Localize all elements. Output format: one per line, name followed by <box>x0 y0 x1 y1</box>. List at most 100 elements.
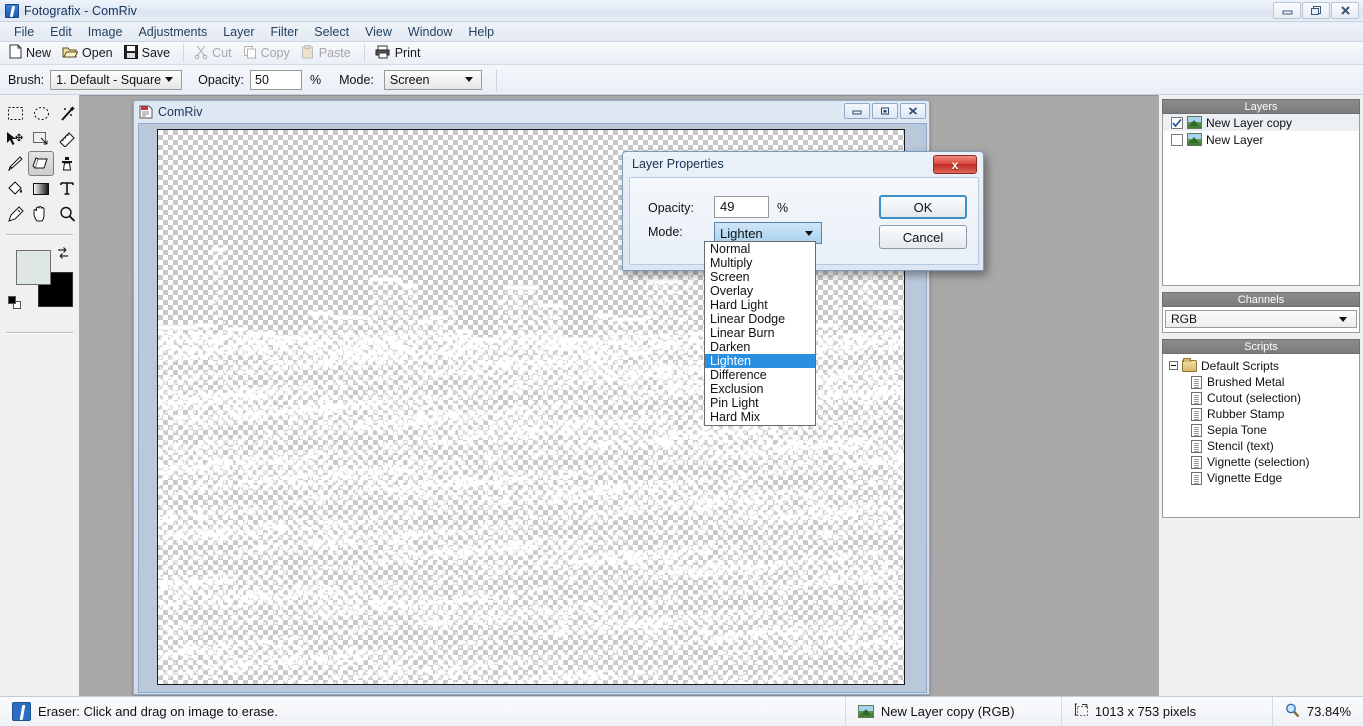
layer-row[interactable]: New Layer <box>1163 131 1359 148</box>
dropdown-option[interactable]: Screen <box>705 270 815 284</box>
layer-name: New Layer copy <box>1206 115 1293 130</box>
status-size-cell: 1013 x 753 pixels <box>1062 697 1272 726</box>
channel-value: RGB <box>1171 312 1198 326</box>
blend-mode-combo[interactable]: Screen <box>383 69 482 90</box>
image-size-icon <box>1074 703 1088 720</box>
menu-edit[interactable]: Edit <box>42 23 80 41</box>
dropdown-option[interactable]: Hard Light <box>705 298 815 312</box>
dialog-mode-value: Lighten <box>720 225 763 241</box>
menu-file[interactable]: File <box>6 23 42 41</box>
clone-stamp-tool[interactable] <box>54 151 80 176</box>
default-colors-icon[interactable] <box>8 296 21 309</box>
script-item[interactable]: Rubber Stamp <box>1163 406 1359 422</box>
channels-body: RGB <box>1162 307 1360 333</box>
scripts-root-node[interactable]: Default Scripts <box>1163 357 1359 374</box>
paint-bucket-tool[interactable] <box>2 176 28 201</box>
blend-mode-dropdown-list[interactable]: Normal Multiply Screen Overlay Hard Ligh… <box>704 241 816 426</box>
script-item[interactable]: Sepia Tone <box>1163 422 1359 438</box>
layer-visibility-checkbox[interactable] <box>1171 133 1183 146</box>
minimize-button[interactable] <box>1273 2 1301 19</box>
elliptical-marquee-tool[interactable] <box>28 101 54 126</box>
script-item[interactable]: Brushed Metal <box>1163 374 1359 390</box>
menu-select[interactable]: Select <box>306 23 357 41</box>
dialog-opacity-input[interactable]: 49 <box>714 196 769 218</box>
layer-visibility-checkbox[interactable] <box>1171 116 1183 129</box>
dropdown-option[interactable]: Difference <box>705 368 815 382</box>
dialog-ok-button[interactable]: OK <box>879 195 967 219</box>
open-button[interactable]: Open <box>58 44 120 63</box>
menu-layer[interactable]: Layer <box>215 23 262 41</box>
collapse-icon[interactable] <box>1169 361 1178 370</box>
toolbox-panel <box>0 95 80 696</box>
save-button[interactable]: Save <box>120 44 178 63</box>
script-label: Stencil (text) <box>1207 439 1274 453</box>
document-maximize-button[interactable] <box>872 103 898 119</box>
swap-colors-icon[interactable] <box>56 246 70 260</box>
document-title: ComRiv <box>158 104 203 119</box>
dropdown-option[interactable]: Linear Dodge <box>705 312 815 326</box>
scissors-icon <box>194 45 208 62</box>
hand-tool[interactable] <box>28 201 54 226</box>
layer-row[interactable]: New Layer copy <box>1163 114 1359 131</box>
dropdown-option[interactable]: Pin Light <box>705 396 815 410</box>
scripts-tree[interactable]: Default Scripts Brushed Metal Cutout (se… <box>1162 354 1360 518</box>
script-item[interactable]: Vignette (selection) <box>1163 454 1359 470</box>
dialog-close-button[interactable]: x <box>933 155 977 174</box>
script-item[interactable]: Stencil (text) <box>1163 438 1359 454</box>
dropdown-option-selected[interactable]: Lighten <box>705 354 815 368</box>
status-bar: Eraser: Click and drag on image to erase… <box>0 696 1363 726</box>
status-zoom-cell: 73.84% <box>1273 697 1363 726</box>
folder-icon <box>1182 357 1197 372</box>
move-tool[interactable] <box>2 126 28 151</box>
channels-panel-title: Channels <box>1162 292 1360 307</box>
close-button[interactable] <box>1331 2 1359 19</box>
paintbrush-tool[interactable] <box>2 151 28 176</box>
restore-button[interactable] <box>1302 2 1330 19</box>
dropdown-option[interactable]: Exclusion <box>705 382 815 396</box>
dropdown-option[interactable]: Hard Mix <box>705 410 815 424</box>
dialog-opacity-label: Opacity: <box>648 201 694 215</box>
script-item[interactable]: Vignette Edge <box>1163 470 1359 486</box>
cut-button[interactable]: Cut <box>190 44 238 63</box>
document-close-button[interactable] <box>900 103 926 119</box>
layers-list[interactable]: New Layer copy New Layer <box>1162 114 1360 286</box>
save-button-label: Save <box>141 46 171 60</box>
channel-select[interactable]: RGB <box>1165 310 1357 328</box>
script-label: Sepia Tone <box>1207 423 1267 437</box>
dropdown-option[interactable]: Normal <box>705 242 815 256</box>
zoom-tool[interactable] <box>54 201 80 226</box>
text-tool[interactable] <box>54 176 80 201</box>
status-hint-cell: Eraser: Click and drag on image to erase… <box>0 697 290 726</box>
document-minimize-button[interactable] <box>844 103 870 119</box>
menu-window[interactable]: Window <box>400 23 460 41</box>
magic-wand-tool[interactable] <box>54 101 80 126</box>
paste-button[interactable]: Paste <box>297 44 358 63</box>
dialog-cancel-button[interactable]: Cancel <box>879 225 967 249</box>
dropdown-option[interactable]: Multiply <box>705 256 815 270</box>
menu-help[interactable]: Help <box>460 23 502 41</box>
opacity-input[interactable]: 50 <box>250 69 302 90</box>
dropdown-option[interactable]: Overlay <box>705 284 815 298</box>
foreground-color-swatch[interactable] <box>16 250 51 285</box>
menu-image[interactable]: Image <box>80 23 131 41</box>
new-button[interactable]: New <box>5 43 58 63</box>
brush-label: Brush: <box>8 72 45 87</box>
right-dock: Layers New Layer copy New Layer Channels <box>1158 95 1363 696</box>
dropdown-option[interactable]: Linear Burn <box>705 326 815 340</box>
eraser-tool[interactable] <box>28 151 54 176</box>
dropdown-option[interactable]: Darken <box>705 340 815 354</box>
menu-filter[interactable]: Filter <box>263 23 307 41</box>
rectangular-marquee-tool[interactable] <box>2 101 28 126</box>
window-controls <box>1273 2 1359 19</box>
copy-button[interactable]: Copy <box>239 44 297 63</box>
eyedropper-tool[interactable] <box>2 201 28 226</box>
script-item[interactable]: Cutout (selection) <box>1163 390 1359 406</box>
print-button[interactable]: Print <box>371 44 428 63</box>
crop-tool[interactable] <box>28 126 54 151</box>
brush-preset-combo[interactable]: 1. Default - Square C <box>50 69 183 90</box>
menu-view[interactable]: View <box>357 23 400 41</box>
script-file-icon <box>1191 423 1202 437</box>
menu-adjustments[interactable]: Adjustments <box>130 23 215 41</box>
gradient-tool[interactable] <box>28 176 54 201</box>
measure-tool[interactable] <box>54 126 80 151</box>
